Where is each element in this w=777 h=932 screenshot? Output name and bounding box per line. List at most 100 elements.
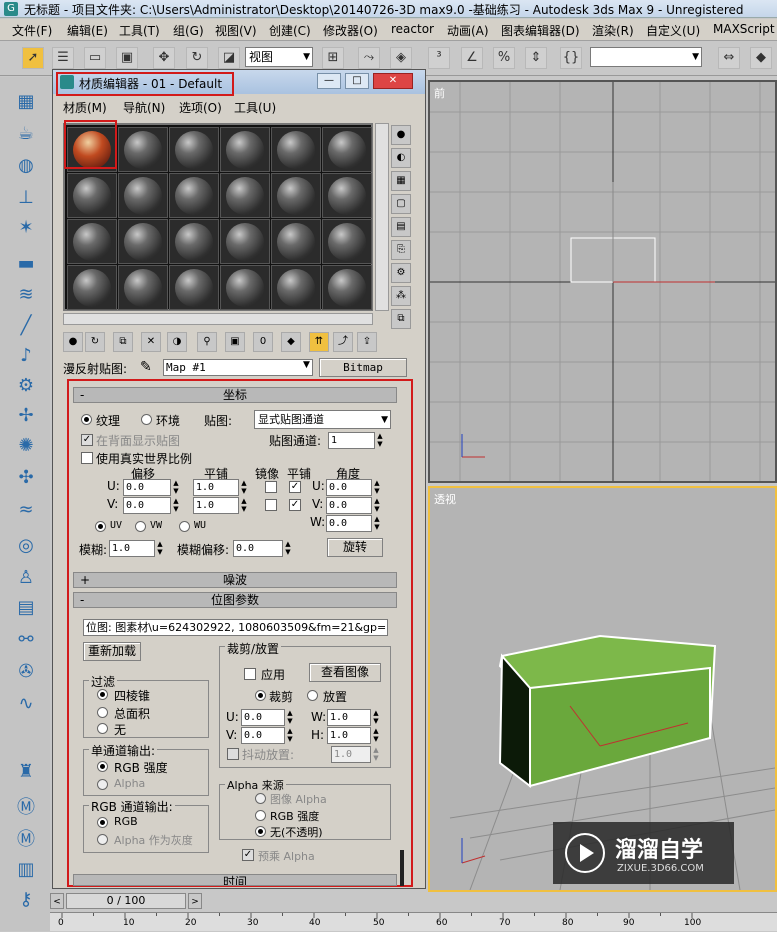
box-icon[interactable]: ◈ [390, 47, 412, 69]
panel-icon[interactable]: ▥ [13, 859, 39, 883]
rgb-radio[interactable] [97, 817, 108, 828]
book-icon[interactable]: ▤ [13, 597, 39, 621]
rect-region-icon[interactable]: ▭ [84, 47, 106, 69]
cloth-icon[interactable]: ♜ [13, 761, 39, 785]
mapping-select[interactable]: 显式贴图通道 [254, 410, 391, 429]
sample-slot[interactable] [271, 219, 321, 264]
rotate-button[interactable]: 旋转 [327, 538, 383, 557]
blur-field[interactable]: 1.0 [109, 540, 155, 557]
m-gray-icon[interactable]: Ⓜ [13, 825, 39, 850]
apply-checkbox[interactable] [244, 668, 256, 680]
sample-slot[interactable] [220, 127, 270, 172]
angle-snap-icon[interactable]: ∠ [461, 47, 483, 69]
cylinder-icon[interactable]: ≋ [13, 284, 39, 308]
time-rollout[interactable]: 时间 [73, 874, 397, 886]
wu-radio[interactable] [179, 521, 190, 532]
put-to-scene-icon[interactable]: ↻ [85, 332, 105, 352]
map-type-button[interactable]: Bitmap [319, 358, 407, 377]
place-radio[interactable] [307, 690, 318, 701]
copy-material-icon[interactable]: ◑ [167, 332, 187, 352]
mono-alpha-radio[interactable] [97, 779, 108, 790]
menu-modifiers[interactable]: 修改器(O) [323, 22, 378, 39]
menu-animation[interactable]: 动画(A) [447, 22, 489, 39]
blur-offset-spinner[interactable]: ▲ ▼ [284, 540, 292, 557]
mirror-icon[interactable]: ⇔ [718, 47, 740, 69]
go-forward-icon[interactable]: ⇪ [357, 332, 377, 352]
menu-view[interactable]: 视图(V) [215, 22, 257, 39]
wave-icon[interactable]: ≈ [13, 499, 39, 523]
menu-maxscript[interactable]: MAXScript [713, 22, 775, 36]
sample-slot[interactable] [118, 173, 168, 218]
uv-radio[interactable] [95, 521, 106, 532]
time-slider[interactable]: < 0 / 100 > [50, 892, 777, 910]
sample-slot[interactable] [67, 265, 117, 310]
editor-menu-navigation[interactable]: 导航(N) [123, 99, 165, 116]
star-icon[interactable]: ✶ [13, 217, 39, 241]
sample-type-icon[interactable]: ● [391, 125, 411, 145]
menu-edit[interactable]: 编辑(E) [67, 22, 108, 39]
opaque-radio[interactable] [255, 826, 266, 837]
bones-icon[interactable]: ⚯ [13, 629, 39, 653]
slots-vertical-scrollbar[interactable] [375, 123, 389, 311]
window-crossing-icon[interactable]: ▣ [116, 47, 138, 69]
select-by-name-icon[interactable]: ☰ [52, 47, 74, 69]
v-tiling-spinner[interactable]: ▲ ▼ [240, 497, 248, 514]
map-channel-field[interactable]: 1 [328, 432, 375, 449]
crop-u-field[interactable]: 0.0 [241, 709, 285, 726]
menu-tools[interactable]: 工具(T) [119, 22, 160, 39]
show-map-icon[interactable]: ◆ [281, 332, 301, 352]
bitmap-params-rollout[interactable]: - 位图参数 [73, 592, 397, 608]
prev-frame-icon[interactable]: < [50, 893, 64, 909]
sample-slot[interactable] [322, 173, 372, 218]
v-tiling-field[interactable]: 1.0 [193, 497, 239, 514]
m-icon[interactable]: Ⓜ [13, 793, 39, 818]
go-to-parent-icon[interactable]: ⤴ [333, 332, 353, 352]
percent-snap-icon[interactable]: % [493, 47, 515, 69]
assign-material-icon[interactable]: ⧉ [113, 332, 133, 352]
close-button[interactable]: ✕ [373, 73, 413, 89]
w-angle-spinner[interactable]: ▲ ▼ [373, 515, 381, 532]
blur-offset-field[interactable]: 0.0 [233, 540, 283, 557]
gear-icon[interactable]: ⚙ [13, 375, 39, 399]
select-arrow-icon[interactable]: ➚ [22, 47, 44, 69]
view-image-button[interactable]: 查看图像 [309, 663, 381, 682]
menu-rendering[interactable]: 渲染(R) [592, 22, 634, 39]
sphere-icon[interactable]: ◍ [13, 155, 39, 179]
summed-radio[interactable] [97, 707, 108, 718]
vw-radio[interactable] [135, 521, 146, 532]
sample-slot[interactable] [220, 219, 270, 264]
image-alpha-radio[interactable] [255, 793, 266, 804]
spinner-snap-icon[interactable]: ⇕ [525, 47, 547, 69]
sample-slot[interactable] [271, 265, 321, 310]
sample-slot[interactable] [118, 219, 168, 264]
map-channel-spinner[interactable]: ▲ ▼ [376, 432, 384, 449]
sample-slot[interactable] [271, 127, 321, 172]
sample-slot[interactable] [118, 265, 168, 310]
sample-slot[interactable] [169, 265, 219, 310]
helper-icon[interactable]: ✢ [13, 405, 39, 429]
alpha-rgb-radio[interactable] [255, 810, 266, 821]
crop-v-field[interactable]: 0.0 [241, 727, 285, 744]
put-to-library-icon[interactable]: ▣ [225, 332, 245, 352]
sample-slot[interactable] [322, 127, 372, 172]
coordinates-rollout[interactable]: - 坐标 [73, 387, 397, 403]
backlight-icon[interactable]: ◐ [391, 148, 411, 168]
named-selection-select[interactable] [590, 47, 702, 67]
menu-graph-editors[interactable]: 图表编辑器(D) [501, 22, 580, 39]
crop-w-field[interactable]: 1.0 [327, 709, 371, 726]
options-icon[interactable]: ⚙ [391, 263, 411, 283]
editor-menu-material[interactable]: 材质(M) [63, 99, 107, 116]
u-offset-spinner[interactable]: ▲ ▼ [172, 479, 180, 496]
editor-menu-utilities[interactable]: 工具(U) [234, 99, 276, 116]
u-tiling-spinner[interactable]: ▲ ▼ [240, 479, 248, 496]
reference-coord-select[interactable]: 视图 [245, 47, 313, 67]
cone-icon[interactable]: ⊥ [13, 187, 39, 211]
minimize-button[interactable]: — [317, 73, 341, 89]
link-icon[interactable]: ⤳ [358, 47, 380, 69]
material-id-icon[interactable]: 0 [253, 332, 273, 352]
sample-slot[interactable] [169, 219, 219, 264]
v-offset-spinner[interactable]: ▲ ▼ [172, 497, 180, 514]
jitter-spinner[interactable]: ▲ ▼ [372, 746, 380, 763]
crop-h-field[interactable]: 1.0 [327, 727, 371, 744]
crop-h-spinner[interactable]: ▲ ▼ [372, 727, 380, 744]
